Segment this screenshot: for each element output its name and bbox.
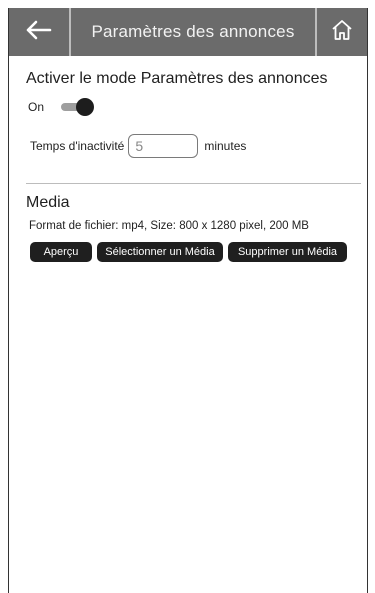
mode-section-title: Activer le mode Paramètres des annonces (26, 70, 328, 87)
page-title: Paramètres des annonces (91, 22, 295, 41)
section-divider (26, 183, 361, 184)
idle-time-row: Temps d'inactivité minutes (30, 134, 246, 158)
idle-time-unit: minutes (204, 139, 247, 153)
media-buttons: Aperçu Sélectionner un Média Supprimer u… (30, 242, 347, 262)
back-button[interactable] (9, 8, 71, 56)
toggle-knob (76, 98, 94, 116)
home-icon (330, 18, 354, 47)
mode-toggle-switch[interactable] (61, 98, 95, 116)
select-media-button[interactable]: Sélectionner un Média (97, 242, 223, 262)
mode-toggle-row: On (28, 98, 95, 116)
app-frame: Paramètres des annonces Activer le mode … (8, 8, 368, 593)
delete-media-button[interactable]: Supprimer un Média (228, 242, 347, 262)
media-section-title: Media (26, 194, 70, 211)
idle-time-label: Temps d'inactivité (30, 139, 125, 153)
preview-button[interactable]: Aperçu (30, 242, 92, 262)
idle-time-input[interactable] (128, 134, 199, 158)
toggle-state-label: On (28, 100, 45, 114)
home-button[interactable] (315, 8, 367, 56)
media-format-info: Format de fichier: mp4, Size: 800 x 1280… (29, 220, 309, 232)
top-bar: Paramètres des annonces (9, 8, 367, 56)
arrow-left-icon (26, 20, 52, 45)
